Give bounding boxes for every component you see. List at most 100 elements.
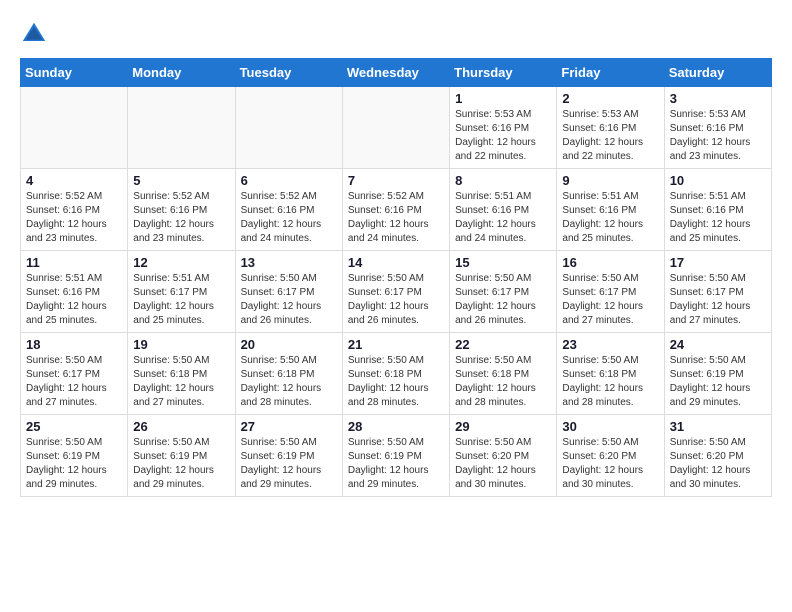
weekday-header-tuesday: Tuesday xyxy=(235,59,342,87)
day-number: 20 xyxy=(241,337,337,352)
day-info: Sunrise: 5:50 AM Sunset: 6:18 PM Dayligh… xyxy=(562,354,658,410)
calendar-cell: 3 Sunrise: 5:53 AM Sunset: 6:16 PM Daylig… xyxy=(664,87,771,169)
calendar-cell: 26 Sunrise: 5:50 AM Sunset: 6:19 PM Dayli… xyxy=(128,415,235,497)
day-number: 10 xyxy=(670,173,766,188)
calendar-cell: 17 Sunrise: 5:50 AM Sunset: 6:17 PM Dayli… xyxy=(664,251,771,333)
day-number: 30 xyxy=(562,419,658,434)
day-number: 22 xyxy=(455,337,551,352)
day-number: 17 xyxy=(670,255,766,270)
weekday-header-monday: Monday xyxy=(128,59,235,87)
calendar-cell: 7 Sunrise: 5:52 AM Sunset: 6:16 PM Daylig… xyxy=(342,169,449,251)
day-number: 21 xyxy=(348,337,444,352)
page-header xyxy=(20,20,772,48)
weekday-header-wednesday: Wednesday xyxy=(342,59,449,87)
day-number: 26 xyxy=(133,419,229,434)
day-info: Sunrise: 5:50 AM Sunset: 6:18 PM Dayligh… xyxy=(241,354,337,410)
day-number: 7 xyxy=(348,173,444,188)
calendar-cell: 6Sunrise: 5:52 AM Sunset: 6:16 PM Daylig… xyxy=(235,169,342,251)
day-number: 2 xyxy=(562,91,658,106)
calendar-cell: 10 Sunrise: 5:51 AM Sunset: 6:16 PM Dayli… xyxy=(664,169,771,251)
day-info: Sunrise: 5:50 AM Sunset: 6:17 PM Dayligh… xyxy=(241,272,337,328)
calendar-table: SundayMondayTuesdayWednesdayThursdayFrid… xyxy=(20,58,772,497)
day-number: 13 xyxy=(241,255,337,270)
calendar-cell xyxy=(128,87,235,169)
day-number: 29 xyxy=(455,419,551,434)
day-info: Sunrise: 5:53 AM Sunset: 6:16 PM Dayligh… xyxy=(670,108,766,164)
day-info: Sunrise: 5:50 AM Sunset: 6:17 PM Dayligh… xyxy=(670,272,766,328)
day-info: Sunrise: 5:51 AM Sunset: 6:16 PM Dayligh… xyxy=(26,272,122,328)
day-number: 3 xyxy=(670,91,766,106)
day-number: 9 xyxy=(562,173,658,188)
calendar-cell: 15 Sunrise: 5:50 AM Sunset: 6:17 PM Dayli… xyxy=(450,251,557,333)
day-info: Sunrise: 5:52 AM Sunset: 6:16 PM Dayligh… xyxy=(348,190,444,246)
day-number: 31 xyxy=(670,419,766,434)
day-info: Sunrise: 5:50 AM Sunset: 6:19 PM Dayligh… xyxy=(26,436,122,492)
day-info: Sunrise: 5:50 AM Sunset: 6:20 PM Dayligh… xyxy=(562,436,658,492)
calendar-cell: 13 Sunrise: 5:50 AM Sunset: 6:17 PM Dayli… xyxy=(235,251,342,333)
calendar-cell: 29 Sunrise: 5:50 AM Sunset: 6:20 PM Dayli… xyxy=(450,415,557,497)
day-info: Sunrise: 5:53 AM Sunset: 6:16 PM Dayligh… xyxy=(562,108,658,164)
day-info: Sunrise: 5:50 AM Sunset: 6:18 PM Dayligh… xyxy=(133,354,229,410)
calendar-cell: 31 Sunrise: 5:50 AM Sunset: 6:20 PM Dayli… xyxy=(664,415,771,497)
day-info: Sunrise: 5:50 AM Sunset: 6:17 PM Dayligh… xyxy=(26,354,122,410)
day-number: 5 xyxy=(133,173,229,188)
calendar-cell: 22Sunrise: 5:50 AM Sunset: 6:18 PM Dayli… xyxy=(450,333,557,415)
calendar-cell: 25 Sunrise: 5:50 AM Sunset: 6:19 PM Dayli… xyxy=(21,415,128,497)
logo-icon xyxy=(20,20,48,48)
day-info: Sunrise: 5:52 AM Sunset: 6:16 PM Dayligh… xyxy=(241,190,337,246)
day-number: 15 xyxy=(455,255,551,270)
day-number: 8 xyxy=(455,173,551,188)
calendar-cell: 11 Sunrise: 5:51 AM Sunset: 6:16 PM Dayli… xyxy=(21,251,128,333)
day-info: Sunrise: 5:51 AM Sunset: 6:17 PM Dayligh… xyxy=(133,272,229,328)
calendar-cell: 2 Sunrise: 5:53 AM Sunset: 6:16 PM Daylig… xyxy=(557,87,664,169)
day-number: 1 xyxy=(455,91,551,106)
day-number: 16 xyxy=(562,255,658,270)
day-number: 25 xyxy=(26,419,122,434)
calendar-week-row: 11 Sunrise: 5:51 AM Sunset: 6:16 PM Dayli… xyxy=(21,251,772,333)
calendar-cell: 23 Sunrise: 5:50 AM Sunset: 6:18 PM Dayli… xyxy=(557,333,664,415)
day-number: 28 xyxy=(348,419,444,434)
weekday-header-thursday: Thursday xyxy=(450,59,557,87)
day-info: Sunrise: 5:50 AM Sunset: 6:19 PM Dayligh… xyxy=(133,436,229,492)
day-number: 11 xyxy=(26,255,122,270)
calendar-week-row: 4 Sunrise: 5:52 AM Sunset: 6:16 PM Daylig… xyxy=(21,169,772,251)
day-number: 27 xyxy=(241,419,337,434)
calendar-cell: 18Sunrise: 5:50 AM Sunset: 6:17 PM Dayli… xyxy=(21,333,128,415)
calendar-cell: 21Sunrise: 5:50 AM Sunset: 6:18 PM Dayli… xyxy=(342,333,449,415)
calendar-cell: 9Sunrise: 5:51 AM Sunset: 6:16 PM Daylig… xyxy=(557,169,664,251)
calendar-cell xyxy=(342,87,449,169)
calendar-cell: 19 Sunrise: 5:50 AM Sunset: 6:18 PM Dayli… xyxy=(128,333,235,415)
weekday-header-saturday: Saturday xyxy=(664,59,771,87)
day-info: Sunrise: 5:50 AM Sunset: 6:20 PM Dayligh… xyxy=(670,436,766,492)
calendar-cell: 24Sunrise: 5:50 AM Sunset: 6:19 PM Dayli… xyxy=(664,333,771,415)
day-number: 12 xyxy=(133,255,229,270)
day-info: Sunrise: 5:51 AM Sunset: 6:16 PM Dayligh… xyxy=(455,190,551,246)
day-info: Sunrise: 5:50 AM Sunset: 6:19 PM Dayligh… xyxy=(670,354,766,410)
day-info: Sunrise: 5:50 AM Sunset: 6:19 PM Dayligh… xyxy=(241,436,337,492)
calendar-cell: 12 Sunrise: 5:51 AM Sunset: 6:17 PM Dayli… xyxy=(128,251,235,333)
weekday-header-row: SundayMondayTuesdayWednesdayThursdayFrid… xyxy=(21,59,772,87)
calendar-cell xyxy=(21,87,128,169)
weekday-header-sunday: Sunday xyxy=(21,59,128,87)
day-info: Sunrise: 5:50 AM Sunset: 6:17 PM Dayligh… xyxy=(562,272,658,328)
day-number: 23 xyxy=(562,337,658,352)
calendar-cell: 16 Sunrise: 5:50 AM Sunset: 6:17 PM Dayli… xyxy=(557,251,664,333)
day-info: Sunrise: 5:52 AM Sunset: 6:16 PM Dayligh… xyxy=(133,190,229,246)
day-info: Sunrise: 5:51 AM Sunset: 6:16 PM Dayligh… xyxy=(670,190,766,246)
day-info: Sunrise: 5:52 AM Sunset: 6:16 PM Dayligh… xyxy=(26,190,122,246)
calendar-cell: 8 Sunrise: 5:51 AM Sunset: 6:16 PM Daylig… xyxy=(450,169,557,251)
calendar-cell: 20 Sunrise: 5:50 AM Sunset: 6:18 PM Dayli… xyxy=(235,333,342,415)
day-info: Sunrise: 5:50 AM Sunset: 6:20 PM Dayligh… xyxy=(455,436,551,492)
calendar-week-row: 1 Sunrise: 5:53 AM Sunset: 6:16 PM Daylig… xyxy=(21,87,772,169)
day-info: Sunrise: 5:50 AM Sunset: 6:17 PM Dayligh… xyxy=(455,272,551,328)
calendar-cell: 27 Sunrise: 5:50 AM Sunset: 6:19 PM Dayli… xyxy=(235,415,342,497)
calendar-cell: 1 Sunrise: 5:53 AM Sunset: 6:16 PM Daylig… xyxy=(450,87,557,169)
day-number: 4 xyxy=(26,173,122,188)
day-info: Sunrise: 5:53 AM Sunset: 6:16 PM Dayligh… xyxy=(455,108,551,164)
calendar-cell xyxy=(235,87,342,169)
calendar-cell: 30 Sunrise: 5:50 AM Sunset: 6:20 PM Dayli… xyxy=(557,415,664,497)
day-info: Sunrise: 5:50 AM Sunset: 6:17 PM Dayligh… xyxy=(348,272,444,328)
logo xyxy=(20,20,52,48)
day-number: 19 xyxy=(133,337,229,352)
calendar-week-row: 18Sunrise: 5:50 AM Sunset: 6:17 PM Dayli… xyxy=(21,333,772,415)
